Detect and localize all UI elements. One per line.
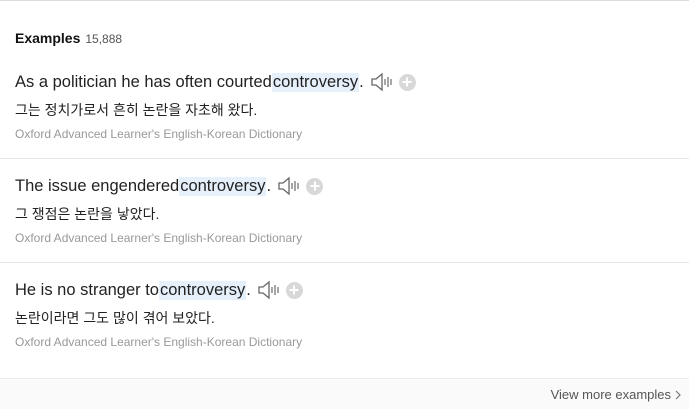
top-divider <box>0 0 689 1</box>
speaker-icon[interactable] <box>370 72 394 92</box>
example-source: Oxford Advanced Learner's English-Korean… <box>15 335 303 349</box>
add-to-wordbook-icon[interactable] <box>398 73 416 91</box>
highlighted-term: controversy <box>159 280 247 300</box>
example-translation: 그 쟁점은 논란을 낳았다. <box>15 206 160 222</box>
view-more-label: View more examples <box>550 387 671 402</box>
example-source: Oxford Advanced Learner's English-Korean… <box>15 127 303 141</box>
examples-title: Examples <box>15 30 81 46</box>
speaker-icon[interactable] <box>277 176 301 196</box>
examples-count: 15,888 <box>85 32 123 46</box>
examples-header: Examples 15,888 <box>15 30 122 46</box>
example-translation: 논란이라면 그도 많이 겪어 보았다. <box>15 310 215 326</box>
example-divider <box>0 158 689 159</box>
view-more-examples-link[interactable]: View more examples <box>551 387 681 402</box>
highlighted-term: controversy <box>271 72 360 92</box>
speaker-icon[interactable] <box>257 280 281 300</box>
example-sentence: The issue engendered controversy . <box>15 176 324 196</box>
example-sentence: He is no stranger to controversy . <box>15 280 303 300</box>
example-translation: 그는 정치가로서 흔히 논란을 자초해 왔다. <box>15 102 258 118</box>
examples-footer: View more examples <box>0 378 689 409</box>
example-divider <box>0 262 689 263</box>
add-to-wordbook-icon[interactable] <box>285 281 303 299</box>
highlighted-term: controversy <box>179 176 267 196</box>
example-source: Oxford Advanced Learner's English-Korean… <box>15 231 303 245</box>
example-sentence: As a politician he has often courted con… <box>15 72 416 92</box>
chevron-right-icon <box>675 390 681 399</box>
add-to-wordbook-icon[interactable] <box>306 177 324 195</box>
